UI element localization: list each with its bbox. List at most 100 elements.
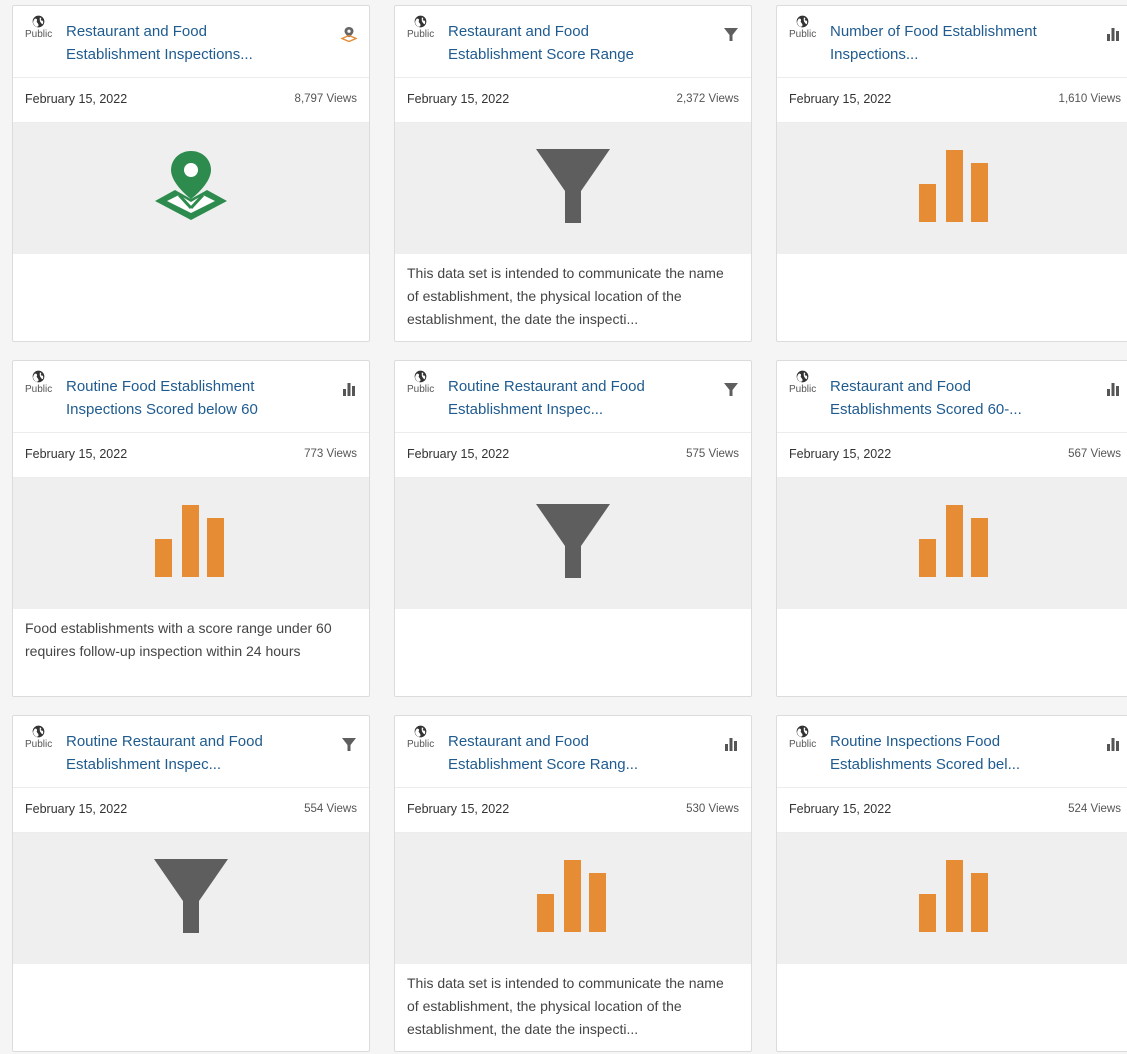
globe-icon — [32, 15, 44, 28]
card-title-link[interactable]: Routine Inspections Food Establishments … — [830, 730, 1065, 776]
visibility-indicator: Public — [407, 370, 434, 395]
card-header: Public Routine Inspections Food Establish… — [777, 716, 1127, 788]
card-title-link[interactable]: Routine Food Establishment Inspections S… — [66, 375, 301, 421]
card-meta: February 15, 2022 524 Views — [777, 788, 1127, 833]
bar-chart-icon — [1105, 26, 1121, 42]
preview-bar-chart-icon — [537, 860, 609, 937]
preview-map-icon — [153, 151, 229, 226]
globe-icon — [796, 15, 808, 28]
map-icon — [340, 26, 358, 43]
view-count: 773 Views — [304, 448, 357, 460]
card-title-link[interactable]: Restaurant and Food Establishment Score … — [448, 20, 683, 66]
preview-filter-icon — [154, 859, 228, 938]
globe-icon — [32, 370, 44, 383]
card-description: Food establishments with a score range u… — [25, 620, 332, 659]
globe-icon — [32, 725, 44, 738]
preview-bar-chart-icon — [919, 860, 991, 937]
visibility-indicator: Public — [25, 370, 53, 395]
view-count: 8,797 Views — [294, 93, 357, 105]
view-count: 530 Views — [686, 803, 739, 815]
dataset-card[interactable]: Public Routine Restaurant and Food Establ… — [394, 360, 752, 697]
card-preview[interactable] — [13, 833, 369, 964]
card-title-link[interactable]: Restaurant and Food Establishment Score … — [448, 730, 683, 776]
dataset-card[interactable]: Public Restaurant and Food Establishment … — [12, 5, 370, 342]
visibility-indicator: Public — [25, 15, 53, 40]
bar-chart-icon — [1105, 736, 1121, 752]
visibility-indicator: Public — [789, 725, 817, 750]
preview-filter-icon — [536, 149, 610, 228]
bar-chart-icon — [723, 736, 739, 752]
card-meta: February 15, 2022 567 Views — [777, 433, 1127, 478]
card-header: Public Restaurant and Food Establishment … — [13, 6, 369, 78]
visibility-label: Public — [789, 29, 817, 40]
dataset-card[interactable]: Public Restaurant and Food Establishment … — [394, 715, 752, 1052]
visibility-label: Public — [25, 384, 53, 395]
card-title-link[interactable]: Routine Restaurant and Food Establishmen… — [448, 375, 683, 421]
view-count: 554 Views — [304, 803, 357, 815]
card-title-link[interactable]: Restaurant and Food Establishment Inspec… — [66, 20, 301, 66]
visibility-label: Public — [407, 739, 435, 750]
globe-icon — [414, 370, 426, 383]
card-preview[interactable] — [395, 478, 751, 609]
visibility-label: Public — [25, 29, 53, 40]
preview-bar-chart-icon — [919, 505, 991, 582]
updated-date: February 15, 2022 — [407, 802, 510, 816]
card-header: Public Restaurant and Food Establishment … — [395, 716, 751, 788]
updated-date: February 15, 2022 — [789, 802, 892, 816]
visibility-indicator: Public — [789, 370, 816, 395]
visibility-label: Public — [25, 739, 53, 750]
card-title-link[interactable]: Number of Food Establishment Inspections… — [830, 20, 1065, 66]
card-description: This data set is intended to communicate… — [407, 975, 724, 1037]
dataset-card[interactable]: Public Routine Restaurant and Food Establ… — [12, 715, 370, 1052]
dataset-card[interactable]: Public Restaurant and Food Establishment … — [394, 5, 752, 342]
globe-icon — [414, 725, 426, 738]
view-count: 567 Views — [1068, 448, 1121, 460]
filter-icon — [723, 26, 739, 42]
card-header: Public Routine Restaurant and Food Establ… — [395, 361, 751, 433]
card-preview[interactable] — [395, 833, 751, 964]
card-header: Public Routine Restaurant and Food Establ… — [13, 716, 369, 788]
updated-date: February 15, 2022 — [25, 802, 128, 816]
card-title-link[interactable]: Restaurant and Food Establishments Score… — [830, 375, 1065, 421]
card-preview[interactable] — [777, 833, 1127, 964]
preview-filter-icon — [536, 504, 610, 583]
card-header: Public Number of Food Establishment Inspe… — [777, 6, 1127, 78]
dataset-card[interactable]: Public Restaurant and Food Establishments… — [776, 360, 1127, 697]
card-preview[interactable] — [13, 123, 369, 254]
view-count: 575 Views — [686, 448, 739, 460]
card-meta: February 15, 2022 530 Views — [395, 788, 751, 833]
preview-bar-chart-icon — [155, 505, 227, 582]
card-preview[interactable] — [777, 123, 1127, 254]
globe-icon — [414, 15, 426, 28]
globe-icon — [796, 725, 808, 738]
card-preview[interactable] — [13, 478, 369, 609]
card-meta: February 15, 2022 1,610 Views — [777, 78, 1127, 123]
card-header: Public Routine Food Establishment Inspect… — [13, 361, 369, 433]
card-preview[interactable] — [395, 123, 751, 254]
card-preview[interactable] — [777, 478, 1127, 609]
view-count: 524 Views — [1068, 803, 1121, 815]
card-description: This data set is intended to communicate… — [407, 265, 724, 327]
updated-date: February 15, 2022 — [789, 447, 892, 461]
visibility-label: Public — [789, 739, 817, 750]
visibility-indicator: Public — [789, 15, 817, 40]
card-title-link[interactable]: Routine Restaurant and Food Establishmen… — [66, 730, 301, 776]
updated-date: February 15, 2022 — [25, 92, 128, 106]
filter-icon — [341, 736, 357, 752]
card-meta: February 15, 2022 575 Views — [395, 433, 751, 478]
view-count: 2,372 Views — [676, 93, 739, 105]
bar-chart-icon — [341, 381, 357, 397]
updated-date: February 15, 2022 — [25, 447, 128, 461]
updated-date: February 15, 2022 — [789, 92, 892, 106]
card-meta: February 15, 2022 8,797 Views — [13, 78, 369, 123]
dataset-card[interactable]: Public Routine Food Establishment Inspect… — [12, 360, 370, 697]
bar-chart-icon — [1105, 381, 1121, 397]
view-count: 1,610 Views — [1058, 93, 1121, 105]
globe-icon — [796, 370, 808, 383]
card-meta: February 15, 2022 773 Views — [13, 433, 369, 478]
dataset-card[interactable]: Public Routine Inspections Food Establish… — [776, 715, 1127, 1052]
preview-bar-chart-icon — [919, 150, 991, 227]
filter-icon — [723, 381, 739, 397]
dataset-card[interactable]: Public Number of Food Establishment Inspe… — [776, 5, 1127, 342]
visibility-indicator: Public — [407, 15, 434, 40]
